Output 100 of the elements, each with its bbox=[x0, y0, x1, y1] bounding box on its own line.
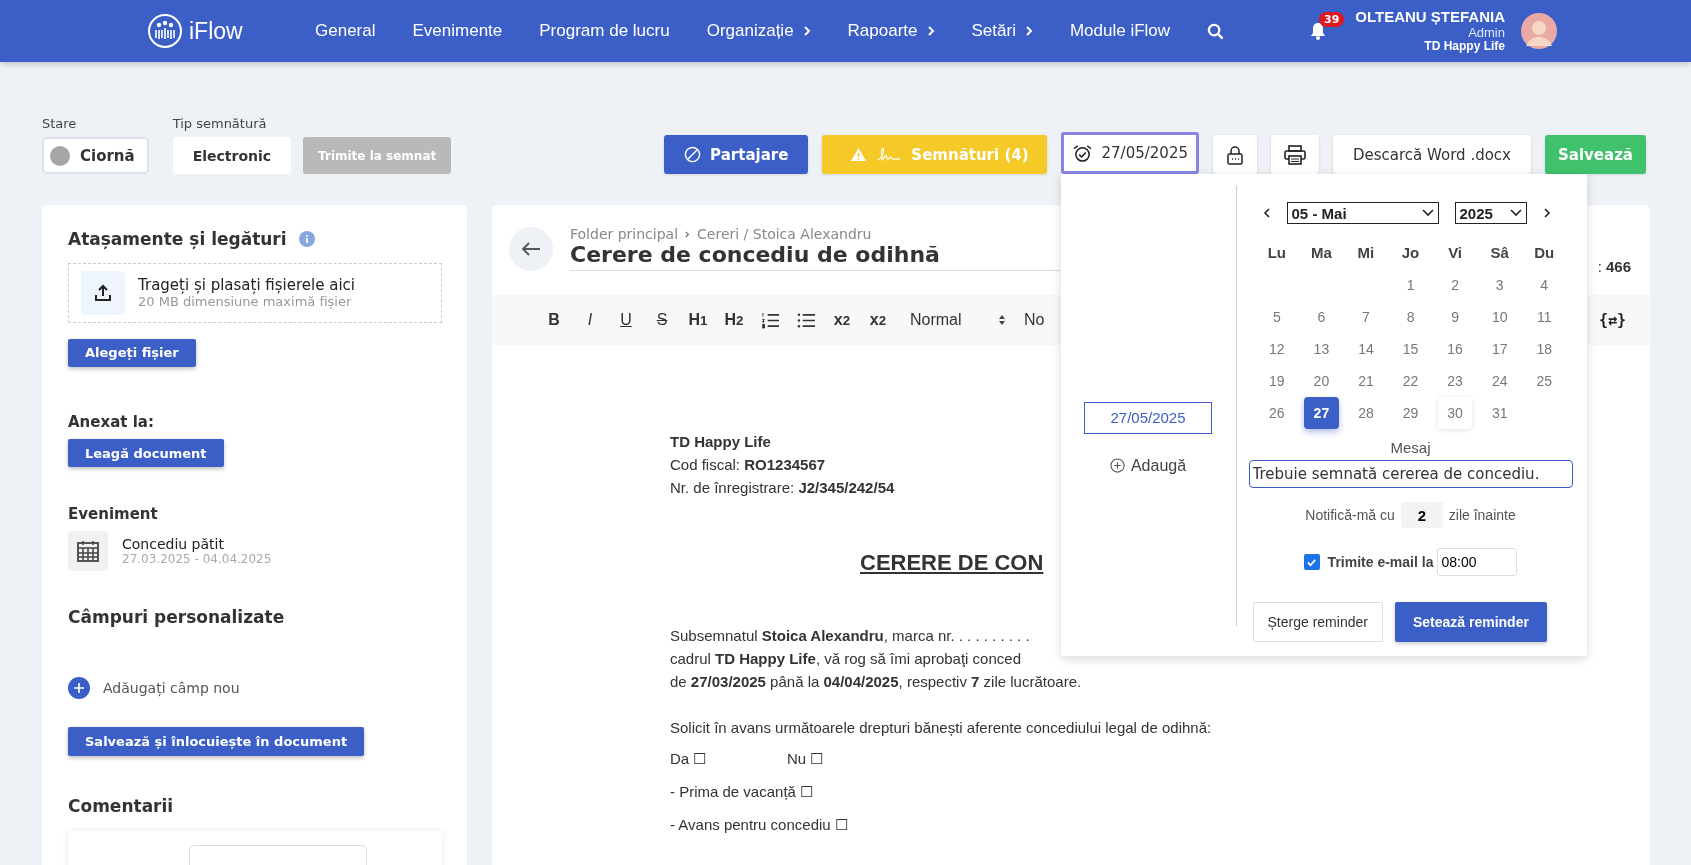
calendar-day[interactable]: 1 bbox=[1393, 269, 1428, 301]
next-month-icon[interactable] bbox=[1542, 207, 1551, 219]
print-button[interactable] bbox=[1271, 135, 1319, 174]
calendar-day[interactable]: 27 bbox=[1304, 397, 1339, 429]
search-icon[interactable] bbox=[1207, 22, 1225, 40]
calendar-day[interactable]: 9 bbox=[1437, 301, 1473, 333]
calendar-day[interactable]: 15 bbox=[1393, 333, 1428, 365]
choose-file-button[interactable]: Alegeți fișier bbox=[68, 338, 196, 368]
year-select[interactable]: 2025 bbox=[1454, 202, 1527, 224]
status-dot bbox=[50, 145, 70, 166]
format-button[interactable]: B bbox=[540, 306, 568, 334]
calendar-day[interactable]: 3 bbox=[1482, 269, 1517, 301]
delete-reminder-button[interactable]: Șterge reminder bbox=[1252, 602, 1383, 642]
set-reminder-button[interactable]: Setează reminder bbox=[1394, 602, 1547, 642]
nav-link[interactable]: Program de lucru bbox=[539, 21, 670, 41]
calendar-day[interactable]: 20 bbox=[1304, 365, 1339, 397]
previous-month-icon[interactable] bbox=[1262, 207, 1271, 219]
section-label: Eveniment bbox=[68, 505, 158, 524]
status-button[interactable]: Ciornă bbox=[42, 137, 149, 174]
breadcrumb-link[interactable]: Folder principal bbox=[570, 226, 679, 242]
format-button[interactable]: I bbox=[576, 306, 604, 334]
calendar-day[interactable]: 6 bbox=[1304, 301, 1339, 333]
date-input[interactable]: 27/05/2025 bbox=[1084, 401, 1213, 434]
nav-link[interactable]: Module iFlow bbox=[1069, 21, 1171, 41]
weekday-label: Ma bbox=[1309, 243, 1333, 263]
document-heading: CERERE DE CON bbox=[860, 551, 1044, 574]
signature-type-button[interactable]: Electronic bbox=[172, 137, 292, 174]
user-company: TD Happy Life bbox=[1424, 39, 1505, 53]
field-label: Tip semnătură bbox=[172, 116, 268, 131]
month-select[interactable]: 05 - Mai bbox=[1286, 202, 1439, 224]
notify-label: zile înainte bbox=[1448, 507, 1516, 523]
calendar-day[interactable]: 25 bbox=[1526, 365, 1562, 397]
calendar-day[interactable]: 11 bbox=[1526, 301, 1562, 333]
add-button[interactable]: Adaugă bbox=[1103, 455, 1193, 476]
calendar-day[interactable]: 13 bbox=[1304, 333, 1339, 365]
format-button[interactable]: S bbox=[648, 306, 676, 334]
section-title: Câmpuri personalizate bbox=[68, 607, 285, 628]
avatar[interactable] bbox=[1521, 13, 1557, 49]
calendar-day[interactable]: 16 bbox=[1437, 333, 1473, 365]
format-button[interactable]: U bbox=[612, 306, 640, 334]
save-replace-button[interactable]: Salvează și înlocuiește în document bbox=[68, 727, 365, 756]
calendar-day[interactable]: 21 bbox=[1348, 365, 1384, 397]
calendar-day[interactable]: 24 bbox=[1482, 365, 1517, 397]
calendar-day[interactable]: 26 bbox=[1259, 397, 1295, 429]
font-select[interactable]: No bbox=[1024, 311, 1045, 329]
calendar-day[interactable]: 17 bbox=[1482, 333, 1517, 365]
drop-title: Trageți și plasați fișierele aici bbox=[138, 276, 355, 295]
download-button[interactable]: Descarcă Word .docx bbox=[1333, 135, 1531, 174]
logo-icon bbox=[147, 13, 183, 49]
days-input[interactable]: 2 bbox=[1400, 502, 1443, 528]
breadcrumb-link[interactable]: Cereri / Stoica Alexandru bbox=[697, 226, 872, 242]
numbered-list-icon bbox=[760, 311, 780, 329]
user-role: Admin bbox=[1468, 25, 1505, 40]
bell-icon[interactable] bbox=[1310, 22, 1327, 40]
link-document-button[interactable]: Leagă document bbox=[68, 439, 224, 468]
add-field-button[interactable]: Adăugați câmp nou bbox=[68, 677, 240, 700]
drop-hint: 20 MB dimensiune maximă fișier bbox=[138, 294, 353, 310]
style-select[interactable]: Normal bbox=[910, 311, 1006, 329]
calendar-day[interactable]: 29 bbox=[1393, 397, 1428, 429]
chevron-icon bbox=[1024, 25, 1033, 37]
email-checkbox[interactable] bbox=[1303, 554, 1320, 570]
company-detail: Nr. de înregistrare: J2/345/242/54 bbox=[670, 478, 895, 498]
nav-link[interactable]: Setări bbox=[971, 21, 1033, 41]
nav-link[interactable]: Organizație bbox=[706, 21, 811, 41]
section-title: Atașamente și legături bbox=[68, 229, 287, 249]
company-detail: Cod fiscal: RO1234567 bbox=[670, 455, 826, 475]
plus-circle-icon bbox=[68, 677, 90, 700]
calendar-day[interactable]: 31 bbox=[1482, 397, 1517, 429]
body-line: cadrul TD Happy Life, vă rog să îmi aprobaţi conced bbox=[670, 649, 1021, 669]
request-text: Solicit în avans următoarele drepturi bănești aferente concediului legal de odihnă: bbox=[670, 718, 1212, 738]
share-button[interactable]: Partajare bbox=[664, 135, 809, 174]
back-button[interactable] bbox=[509, 226, 553, 271]
calendar-day[interactable]: 10 bbox=[1482, 301, 1517, 333]
variables-button[interactable]: {⇄} bbox=[1592, 310, 1632, 330]
calendar-day[interactable]: 23 bbox=[1437, 365, 1473, 397]
checkmark-icon bbox=[1306, 556, 1318, 568]
calendar-icon bbox=[68, 531, 108, 572]
calendar-day[interactable]: 19 bbox=[1259, 365, 1295, 397]
drop-zone[interactable]: Trageți și plasați fișierele aici 20 MB dimensiune maximă fișier bbox=[68, 263, 442, 323]
nav-link[interactable]: General bbox=[315, 21, 376, 41]
nav-link[interactable]: Evenimente bbox=[412, 21, 503, 41]
notify-label: Notifică-mă cu bbox=[1305, 507, 1395, 523]
nav-link[interactable]: Rapoarte bbox=[847, 21, 935, 41]
reminder-date-button[interactable]: 27/05/2025 bbox=[1060, 132, 1199, 174]
calendar-day[interactable]: 30 bbox=[1437, 397, 1473, 429]
calendar-day[interactable]: 28 bbox=[1348, 397, 1384, 429]
calendar-day[interactable]: 7 bbox=[1348, 301, 1384, 333]
lock-button[interactable] bbox=[1213, 135, 1257, 174]
plus-circle-icon bbox=[1109, 458, 1125, 473]
calendar-day[interactable]: 22 bbox=[1393, 365, 1428, 397]
message-input[interactable]: Trebuie semnată cererea de concediu. bbox=[1248, 460, 1573, 488]
calendar-day[interactable]: 12 bbox=[1259, 333, 1295, 365]
calendar-day[interactable]: 5 bbox=[1259, 301, 1295, 333]
time-input[interactable]: 08:00 bbox=[1437, 548, 1518, 576]
calendar-day[interactable]: 8 bbox=[1393, 301, 1428, 333]
calendar-day[interactable]: 2 bbox=[1437, 269, 1473, 301]
calendar-day[interactable]: 18 bbox=[1526, 333, 1562, 365]
calendar-day[interactable]: 14 bbox=[1348, 333, 1384, 365]
calendar-day[interactable]: 4 bbox=[1526, 269, 1562, 301]
event-name[interactable]: Concediu pătit bbox=[122, 536, 272, 553]
